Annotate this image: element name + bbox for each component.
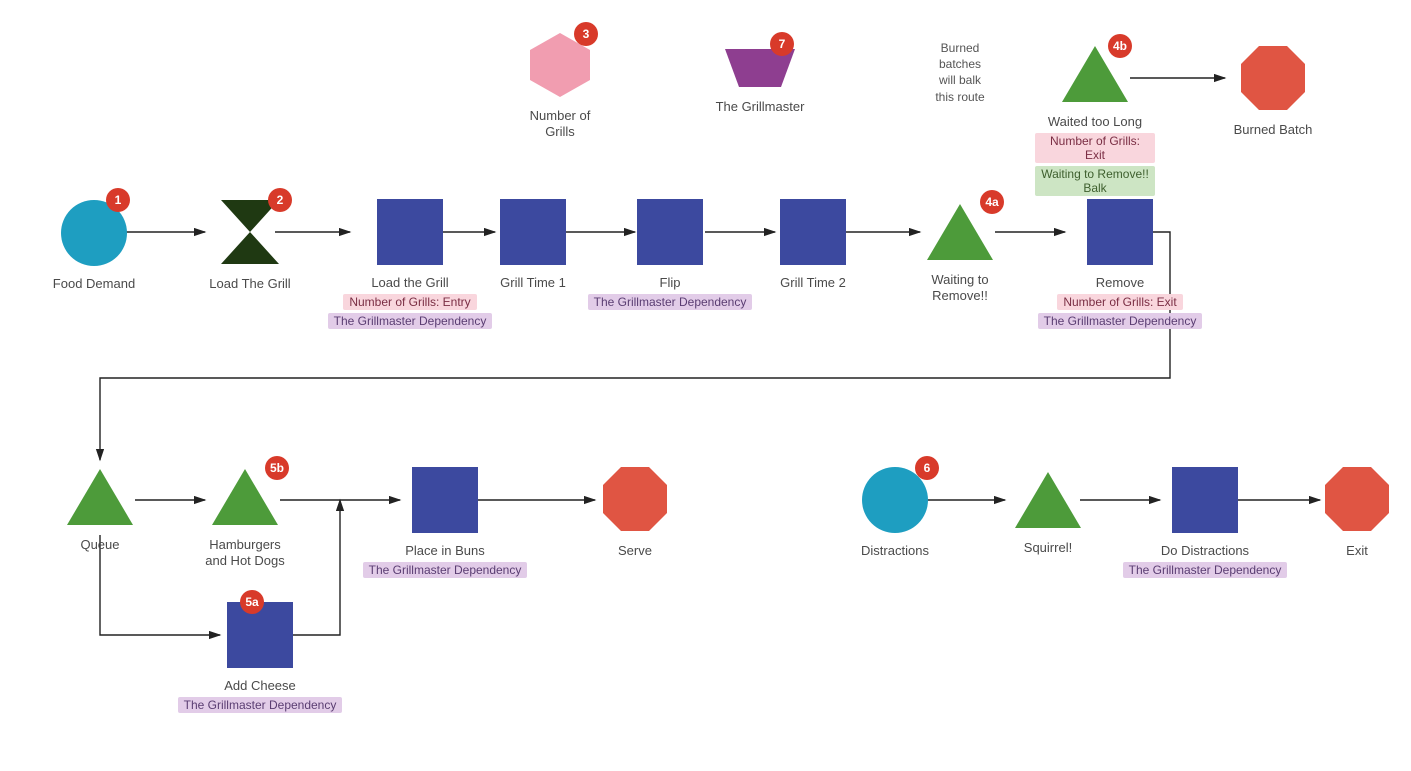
tag-grillmaster-dep: The Grillmaster Dependency: [588, 294, 753, 310]
square-icon: [498, 197, 568, 267]
tag-grills-exit: Number of Grills: Exit: [1035, 133, 1155, 163]
badge-5b: 5b: [265, 456, 289, 480]
badge-6: 6: [915, 456, 939, 480]
node-label: Grill Time 2: [758, 275, 868, 291]
node-grillmaster[interactable]: The Grillmaster: [695, 45, 825, 115]
node-label: Load the Grill: [320, 275, 500, 291]
triangle-icon: [63, 465, 137, 529]
node-label: Grill Time 1: [478, 275, 588, 291]
node-label: Waiting toRemove!!: [900, 272, 1020, 305]
square-icon: [778, 197, 848, 267]
octagon-icon: [1237, 42, 1309, 114]
node-label: Exit: [1312, 543, 1402, 559]
diagram-canvas: Number ofGrills 3 The Grillmaster 7 Burn…: [0, 0, 1411, 771]
square-icon: [635, 197, 705, 267]
node-label: Load The Grill: [190, 276, 310, 292]
node-waiting-remove[interactable]: Waiting toRemove!!: [900, 200, 1020, 305]
tag-grillmaster-dep: The Grillmaster Dependency: [178, 697, 343, 713]
node-place-buns[interactable]: Place in Buns The Grillmaster Dependency: [355, 465, 535, 578]
node-label: Do Distractions: [1115, 543, 1295, 559]
node-queue[interactable]: Queue: [55, 465, 145, 553]
tag-grillmaster-dep: The Grillmaster Dependency: [328, 313, 493, 329]
triangle-icon: [1011, 468, 1085, 532]
square-icon: [410, 465, 480, 535]
node-hamburgers[interactable]: Hamburgersand Hot Dogs: [185, 465, 305, 570]
node-squirrel[interactable]: Squirrel!: [998, 468, 1098, 556]
octagon-icon: [1321, 463, 1393, 535]
square-icon: [375, 197, 445, 267]
square-icon: [1085, 197, 1155, 267]
node-exit[interactable]: Exit: [1312, 463, 1402, 559]
node-serve[interactable]: Serve: [585, 463, 685, 559]
tag-grillmaster-dep: The Grillmaster Dependency: [1038, 313, 1203, 329]
badge-4b: 4b: [1108, 34, 1132, 58]
node-label: Remove: [1030, 275, 1210, 291]
node-label: Add Cheese: [170, 678, 350, 694]
node-label: Flip: [580, 275, 760, 291]
badge-5a: 5a: [240, 590, 264, 614]
node-do-distractions[interactable]: Do Distractions The Grillmaster Dependen…: [1115, 465, 1295, 578]
badge-4a: 4a: [980, 190, 1004, 214]
badge-3: 3: [574, 22, 598, 46]
badge-2: 2: [268, 188, 292, 212]
node-label: Hamburgersand Hot Dogs: [185, 537, 305, 570]
node-label: Food Demand: [34, 276, 154, 292]
tag-grills-exit: Number of Grills: Exit: [1057, 294, 1182, 310]
node-label: Burned Batch: [1218, 122, 1328, 138]
node-load-grill-activity[interactable]: Load the Grill Number of Grills: Entry T…: [320, 197, 500, 329]
annotation-burned-note: Burnedbatcheswill balkthis route: [920, 40, 1000, 105]
node-burned-batch[interactable]: Burned Batch: [1218, 42, 1328, 138]
node-label: Waited too Long: [1035, 114, 1155, 130]
tag-grills-entry: Number of Grills: Entry: [343, 294, 476, 310]
badge-1: 1: [106, 188, 130, 212]
node-flip[interactable]: Flip The Grillmaster Dependency: [580, 197, 760, 310]
node-waited-too-long[interactable]: Waited too Long Number of Grills: Exit W…: [1035, 42, 1155, 196]
node-label: Queue: [55, 537, 145, 553]
node-number-of-grills[interactable]: Number ofGrills: [505, 30, 615, 141]
node-label: Number ofGrills: [505, 108, 615, 141]
node-grill-time-1[interactable]: Grill Time 1: [478, 197, 588, 291]
node-distractions[interactable]: Distractions: [840, 465, 950, 559]
node-grill-time-2[interactable]: Grill Time 2: [758, 197, 868, 291]
tag-grillmaster-dep: The Grillmaster Dependency: [363, 562, 528, 578]
node-add-cheese[interactable]: Add Cheese The Grillmaster Dependency: [170, 600, 350, 713]
badge-7: 7: [770, 32, 794, 56]
node-label: Squirrel!: [998, 540, 1098, 556]
node-label: Serve: [585, 543, 685, 559]
node-label: The Grillmaster: [695, 99, 825, 115]
octagon-icon: [599, 463, 671, 535]
node-label: Place in Buns: [355, 543, 535, 559]
square-icon: [1170, 465, 1240, 535]
tag-grillmaster-dep: The Grillmaster Dependency: [1123, 562, 1288, 578]
node-remove[interactable]: Remove Number of Grills: Exit The Grillm…: [1030, 197, 1210, 329]
node-load-grill-hourglass[interactable]: Load The Grill: [190, 196, 310, 292]
node-label: Distractions: [840, 543, 950, 559]
tag-balk: Waiting to Remove!! Balk: [1035, 166, 1155, 196]
node-food-demand[interactable]: Food Demand: [34, 198, 154, 292]
